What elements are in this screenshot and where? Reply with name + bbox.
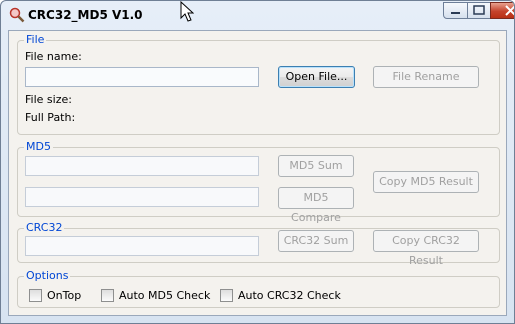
file-group-legend: File <box>24 33 47 46</box>
md5-group-legend: MD5 <box>24 140 53 153</box>
minimize-icon <box>451 12 460 14</box>
crc32-group-legend: CRC32 <box>24 221 65 234</box>
full-path-label: Full Path: <box>25 111 76 124</box>
maximize-icon <box>473 5 485 15</box>
copy-crc32-result-button[interactable]: Copy CRC32 Result <box>373 230 479 267</box>
magnifier-icon <box>9 7 25 23</box>
file-size-label: File size: <box>25 93 72 106</box>
crc32-sum-field[interactable] <box>25 236 259 256</box>
title-bar[interactable]: CRC32_MD5 V1.0 <box>1 1 514 29</box>
auto-crc32-checkbox[interactable] <box>220 289 233 302</box>
md5-compare-button[interactable]: MD5 Compare <box>278 187 354 224</box>
ontop-label[interactable]: OnTop <box>47 289 81 302</box>
close-button[interactable] <box>490 2 514 19</box>
app-window: CRC32_MD5 V1.0 File File name: Open File… <box>0 0 515 324</box>
open-file-button[interactable]: Open File... <box>278 66 355 88</box>
auto-md5-checkbox[interactable] <box>101 289 114 302</box>
maximize-button[interactable] <box>467 2 491 19</box>
auto-crc32-label[interactable]: Auto CRC32 Check <box>238 289 341 302</box>
window-title: CRC32_MD5 V1.0 <box>28 8 143 22</box>
crc32-sum-button[interactable]: CRC32 Sum <box>278 230 354 252</box>
close-icon <box>505 5 514 16</box>
client-area: File File name: Open File... File Rename… <box>8 30 507 316</box>
file-name-label: File name: <box>25 50 82 63</box>
mouse-cursor-icon <box>180 1 194 22</box>
md5-sum-button[interactable]: MD5 Sum <box>278 155 354 177</box>
copy-md5-result-button[interactable]: Copy MD5 Result <box>373 171 479 193</box>
md5-compare-field[interactable] <box>25 187 259 207</box>
md5-sum-field[interactable] <box>25 156 259 176</box>
ontop-checkbox[interactable] <box>29 289 42 302</box>
options-group-legend: Options <box>24 269 71 282</box>
file-rename-button[interactable]: File Rename <box>373 66 479 88</box>
minimize-button[interactable] <box>443 2 468 19</box>
file-name-field[interactable] <box>25 67 259 87</box>
auto-md5-label[interactable]: Auto MD5 Check <box>119 289 210 302</box>
